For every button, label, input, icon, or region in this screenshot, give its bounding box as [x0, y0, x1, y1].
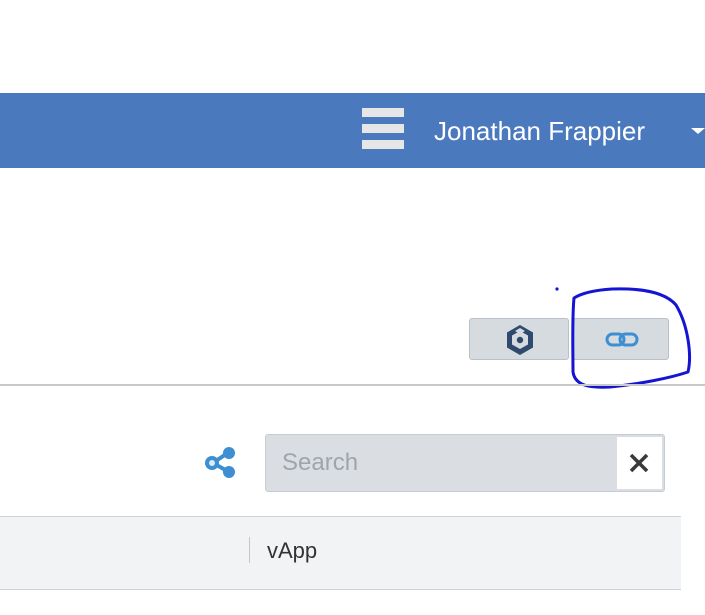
- vapp-view-button[interactable]: [469, 318, 569, 360]
- link-view-button[interactable]: [572, 318, 669, 360]
- user-menu-name[interactable]: Jonathan Frappier: [434, 115, 645, 147]
- top-navigation-bar: Jonathan Frappier: [0, 93, 705, 168]
- hamburger-menu-icon[interactable]: [362, 108, 404, 150]
- search-input[interactable]: [266, 435, 616, 491]
- share-nodes-graphic: [205, 447, 235, 478]
- section-divider: [0, 384, 705, 386]
- share-nodes-icon[interactable]: [202, 446, 238, 483]
- link-icon: [605, 332, 639, 347]
- table-header-row: vApp: [0, 516, 681, 590]
- search-box: [265, 434, 665, 492]
- hexagon-cube-icon: [507, 325, 533, 355]
- caret-down-icon[interactable]: [691, 128, 705, 134]
- column-header-vapp[interactable]: vApp: [267, 538, 317, 564]
- close-icon: [629, 453, 649, 473]
- clear-search-button[interactable]: [617, 437, 662, 489]
- column-separator: [249, 537, 250, 563]
